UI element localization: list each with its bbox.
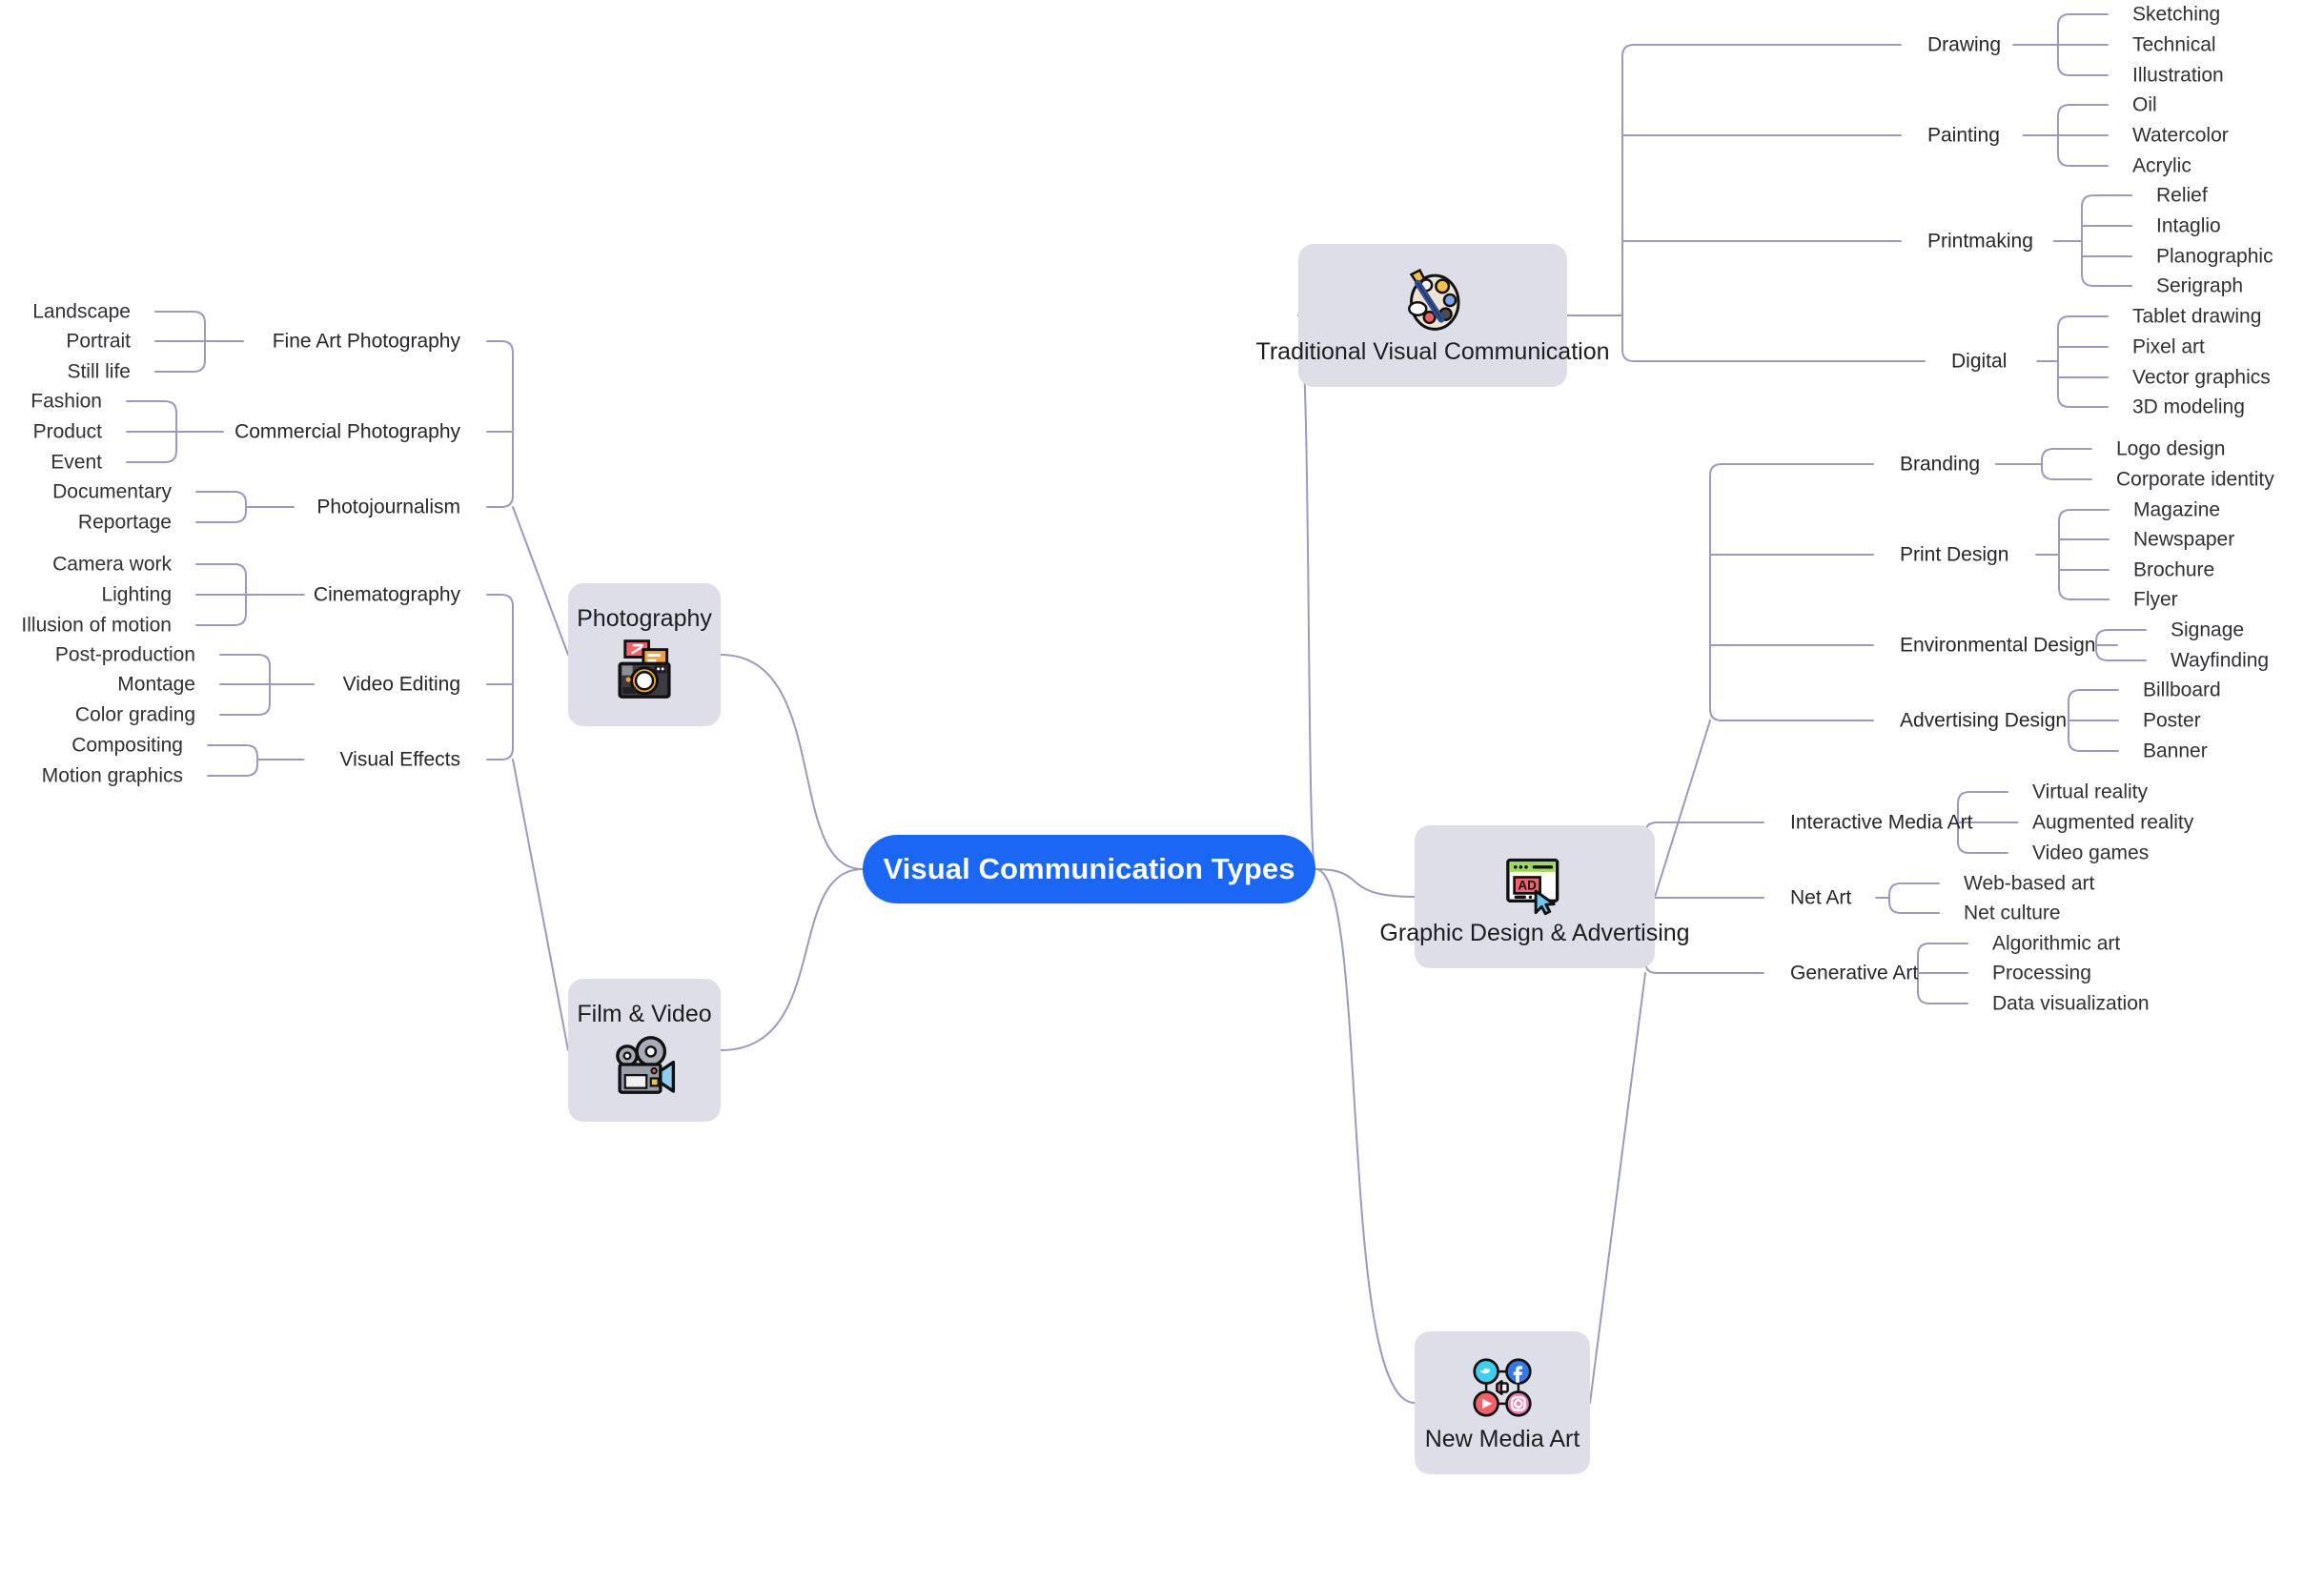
node-label-event[interactable]: Event — [51, 453, 102, 473]
branch-node-graphic[interactable]: AD Graphic Design & Advertising — [1379, 825, 1690, 968]
node-label-video-games[interactable]: Video games — [2032, 843, 2149, 863]
camera-icon — [610, 632, 679, 704]
node-label-logo-design[interactable]: Logo design — [2116, 439, 2225, 459]
node-label-signage[interactable]: Signage — [2171, 620, 2244, 640]
node-label-illusion-of-motion[interactable]: Illusion of motion — [21, 616, 172, 636]
node-label-color-grading[interactable]: Color grading — [75, 705, 195, 725]
node-label-lighting[interactable]: Lighting — [101, 585, 172, 605]
branch-node-label: Graphic Design & Advertising — [1379, 919, 1690, 946]
node-label-landscape[interactable]: Landscape — [32, 302, 131, 322]
movie-camera-icon — [610, 1027, 679, 1100]
node-label-advertising-design[interactable]: Advertising Design — [1900, 711, 2067, 731]
node-label-painting[interactable]: Painting — [1927, 126, 2000, 146]
branch-node-label: Film & Video — [577, 1000, 712, 1027]
node-label-planographic[interactable]: Planographic — [2156, 247, 2273, 267]
branch-node-traditional[interactable]: Traditional Visual Communication — [1256, 244, 1610, 387]
node-label-data-visualization[interactable]: Data visualization — [1992, 994, 2150, 1014]
node-label-processing[interactable]: Processing — [1992, 963, 2091, 984]
node-label-pixel-art[interactable]: Pixel art — [2132, 337, 2205, 357]
node-label-magazine[interactable]: Magazine — [2133, 500, 2220, 520]
social-media-icon — [1468, 1353, 1537, 1426]
node-label-printmaking[interactable]: Printmaking — [1927, 232, 2033, 252]
node-label-environmental-design[interactable]: Environmental Design — [1900, 636, 2095, 656]
node-label-fashion[interactable]: Fashion — [31, 392, 102, 412]
node-label-relief[interactable]: Relief — [2156, 186, 2208, 206]
node-label-digital[interactable]: Digital — [1951, 352, 2007, 372]
node-label-net-culture[interactable]: Net culture — [1964, 903, 2061, 923]
node-label-serigraph[interactable]: Serigraph — [2156, 276, 2243, 296]
node-label-portrait[interactable]: Portrait — [66, 332, 131, 352]
node-label-newspaper[interactable]: Newspaper — [2133, 530, 2234, 550]
node-label-post-production[interactable]: Post-production — [55, 645, 195, 665]
node-label-augmented-reality[interactable]: Augmented reality — [2032, 813, 2193, 833]
node-label-brochure[interactable]: Brochure — [2133, 560, 2214, 580]
node-label-oil[interactable]: Oil — [2132, 95, 2157, 115]
root-node-label: Visual Communication Types — [883, 852, 1295, 885]
node-label-flyer[interactable]: Flyer — [2133, 590, 2178, 610]
node-label-intaglio[interactable]: Intaglio — [2156, 216, 2221, 236]
node-label-watercolor[interactable]: Watercolor — [2132, 126, 2229, 146]
node-label-fine-art-photography[interactable]: Fine Art Photography — [273, 332, 460, 352]
node-label-camera-work[interactable]: Camera work — [52, 555, 172, 575]
node-label-generative-art[interactable]: Generative Art — [1790, 963, 1918, 984]
root-node[interactable]: Visual Communication Types — [863, 835, 1315, 903]
node-label-commercial-photography[interactable]: Commercial Photography — [234, 422, 460, 442]
node-label-sketching[interactable]: Sketching — [2132, 5, 2220, 25]
node-label-branding[interactable]: Branding — [1900, 455, 1980, 475]
node-label-drawing[interactable]: Drawing — [1927, 35, 2001, 55]
mindmap-canvas: Visual Communication Types Traditional V… — [0, 0, 2324, 1582]
ad-browser-icon: AD — [1500, 847, 1569, 920]
node-label-product[interactable]: Product — [33, 422, 102, 442]
node-label-visual-effects[interactable]: Visual Effects — [340, 750, 460, 770]
node-label-tablet-drawing[interactable]: Tablet drawing — [2132, 307, 2261, 327]
branch-node-photography[interactable]: Photography — [568, 583, 721, 726]
node-label-motion-graphics[interactable]: Motion graphics — [42, 766, 183, 786]
palette-icon — [1398, 266, 1467, 338]
node-label-cinematography[interactable]: Cinematography — [314, 585, 460, 605]
node-label-algorithmic-art[interactable]: Algorithmic art — [1992, 934, 2120, 954]
node-label-poster[interactable]: Poster — [2143, 711, 2201, 731]
node-label-billboard[interactable]: Billboard — [2143, 680, 2221, 700]
node-label-virtual-reality[interactable]: Virtual reality — [2032, 782, 2148, 802]
branch-node-newmedia[interactable]: New Media Art — [1415, 1331, 1590, 1474]
svg-text:AD: AD — [1518, 878, 1537, 892]
node-label-compositing[interactable]: Compositing — [71, 736, 183, 756]
node-label-print-design[interactable]: Print Design — [1900, 545, 2008, 565]
node-label-photojournalism[interactable]: Photojournalism — [316, 497, 460, 517]
node-label-video-editing[interactable]: Video Editing — [343, 675, 460, 695]
node-label-technical[interactable]: Technical — [2132, 35, 2216, 55]
node-label-documentary[interactable]: Documentary — [52, 482, 172, 502]
node-label-montage[interactable]: Montage — [117, 675, 195, 695]
node-label-3d-modeling[interactable]: 3D modeling — [2132, 397, 2245, 417]
node-label-net-art[interactable]: Net Art — [1790, 888, 1851, 908]
node-label-wayfinding[interactable]: Wayfinding — [2171, 651, 2269, 671]
node-label-web-based-art[interactable]: Web-based art — [1964, 874, 2094, 894]
node-label-corporate-identity[interactable]: Corporate identity — [2116, 470, 2274, 490]
node-label-reportage[interactable]: Reportage — [78, 513, 172, 533]
node-label-vector-graphics[interactable]: Vector graphics — [2132, 368, 2271, 388]
branch-node-label: Traditional Visual Communication — [1255, 337, 1610, 365]
node-label-acrylic[interactable]: Acrylic — [2132, 156, 2191, 176]
node-label-interactive-media-art[interactable]: Interactive Media Art — [1790, 813, 1972, 833]
node-label-still-life[interactable]: Still life — [67, 362, 131, 382]
branch-node-label: Photography — [577, 604, 712, 632]
node-label-illustration[interactable]: Illustration — [2132, 66, 2224, 86]
node-label-banner[interactable]: Banner — [2143, 741, 2208, 761]
branch-node-filmvideo[interactable]: Film & Video — [568, 979, 721, 1122]
branch-node-label: New Media Art — [1424, 1425, 1580, 1452]
